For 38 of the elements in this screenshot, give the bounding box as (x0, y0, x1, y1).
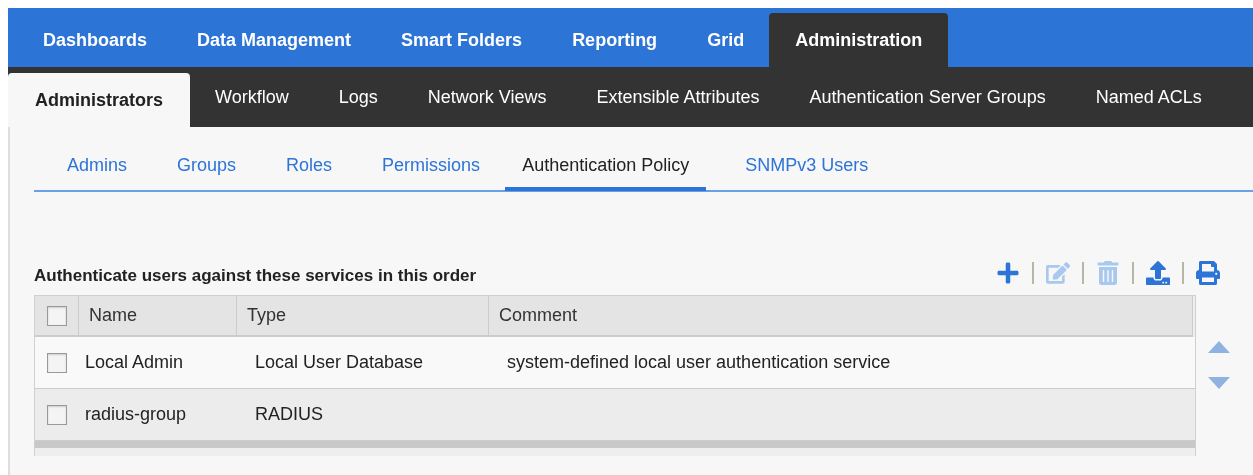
sub-tab[interactable]: Authentication Policy (505, 144, 707, 191)
column-header: Name (89, 305, 137, 326)
main-tab[interactable]: Reporting (547, 13, 683, 67)
section-tab[interactable]: Administrators (8, 73, 191, 127)
main-tab[interactable]: Grid (682, 13, 770, 67)
table-row[interactable]: Local Admin Local User Database system-defined local user authentication service (35, 337, 1195, 389)
sub-tab[interactable]: Admins (42, 144, 153, 191)
row-checkbox[interactable] (47, 404, 67, 425)
section-tab[interactable]: Workflow (190, 67, 314, 127)
select-all-checkbox[interactable] (46, 305, 67, 326)
sub-tab[interactable]: Roles (261, 144, 358, 191)
main-tab[interactable]: Data Management (172, 13, 377, 67)
table-title: Authenticate users against these services in this order (34, 266, 477, 287)
scrollbar-track[interactable] (35, 441, 1195, 448)
sub-tab[interactable]: Groups (152, 144, 262, 191)
row-checkbox[interactable] (47, 352, 67, 373)
upload-icon[interactable] (1146, 261, 1170, 285)
main-tab[interactable]: Smart Folders (376, 13, 548, 67)
section-tab[interactable]: Extensible Attributes (571, 67, 785, 127)
add-icon[interactable] (996, 261, 1020, 285)
table-cell: Local User Database (255, 352, 424, 373)
section-tab[interactable]: Network Views (402, 67, 572, 127)
table-cell: RADIUS (255, 404, 323, 425)
main-tab[interactable]: Dashboards (18, 13, 173, 67)
column-header: Type (247, 305, 287, 326)
move-up-icon[interactable] (1208, 341, 1230, 353)
sub-tab[interactable]: Permissions (357, 144, 506, 191)
section-tab[interactable]: Named ACLs (1070, 67, 1227, 127)
section-tab[interactable]: Authentication Server Groups (784, 67, 1071, 127)
move-down-icon[interactable] (1208, 377, 1230, 389)
main-tab[interactable]: Administration (769, 13, 949, 67)
section-tab[interactable]: Logs (313, 67, 403, 127)
column-header: Comment (499, 305, 578, 326)
table-cell: radius-group (85, 404, 187, 425)
table-cell: system-defined local user authentication service (507, 352, 891, 373)
sub-tab[interactable]: SNMPv3 Users (720, 144, 894, 191)
table-cell: Local Admin (85, 352, 184, 373)
print-icon[interactable] (1196, 261, 1220, 285)
